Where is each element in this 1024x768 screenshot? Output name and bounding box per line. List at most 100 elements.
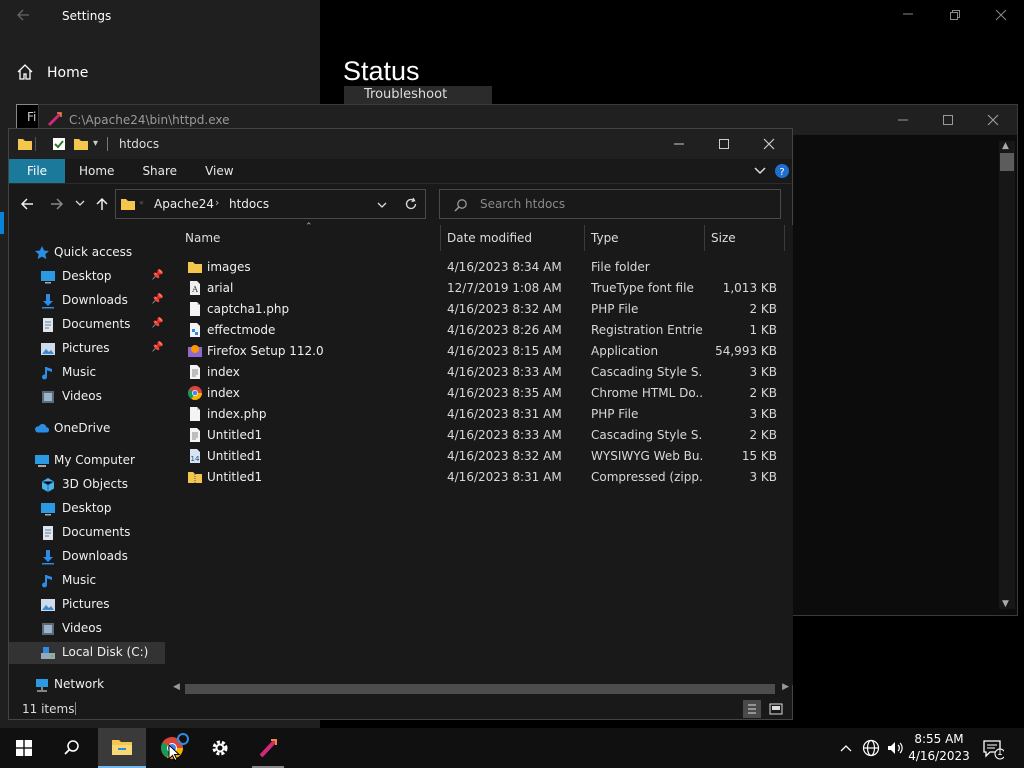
file-row[interactable]: Firefox Setup 112.0 4/16/2023 8:15 AM Appl… [177, 341, 783, 362]
nav-pc-documents[interactable]: Documents [9, 522, 165, 544]
console-minimize-icon[interactable] [897, 114, 909, 126]
breadcrumb-chevron-icon[interactable]: › [215, 196, 219, 209]
file-size: 2 KB [749, 428, 777, 442]
file-row[interactable]: 14 Untitled1 4/16/2023 8:32 AM WYSIWYG Web … [177, 446, 783, 467]
taskbar-clock[interactable]: 8:55 AM 4/16/2023 [904, 731, 974, 765]
show-hidden-icons-icon[interactable] [839, 741, 853, 755]
svg-text:A: A [191, 285, 198, 294]
scroll-down-icon[interactable]: ▼ [1002, 599, 1009, 609]
tab-home[interactable]: Home [65, 159, 128, 183]
console-close-icon[interactable] [987, 114, 999, 126]
svg-text:?: ? [779, 167, 784, 178]
console-maximize-icon[interactable] [942, 114, 954, 126]
minimize-icon[interactable] [902, 8, 914, 20]
taskbar-file-explorer[interactable] [98, 728, 146, 768]
taskbar-settings[interactable] [196, 728, 244, 768]
breadcrumb-htdocs[interactable]: htdocs [229, 197, 269, 211]
file-row[interactable]: captcha1.php 4/16/2023 8:32 AM PHP File 2 K… [177, 299, 783, 320]
horizontal-scrollbar[interactable]: ◀ ▶ [171, 681, 791, 697]
tab-file[interactable]: File [9, 159, 65, 183]
expand-ribbon-icon[interactable] [753, 163, 767, 177]
pin-icon[interactable]: 📌 [151, 318, 163, 329]
taskbar-chrome[interactable] [148, 728, 196, 768]
column-header-name[interactable]: Name [179, 225, 441, 251]
file-row[interactable]: effectmode 4/16/2023 8:26 AM Registration … [177, 320, 783, 341]
file-type: Registration Entries [591, 323, 703, 337]
restore-icon[interactable] [949, 9, 961, 21]
scroll-left-icon[interactable]: ◀ [173, 682, 180, 692]
help-icon[interactable]: ? [774, 163, 790, 179]
pin-icon[interactable]: 📌 [151, 294, 163, 305]
close-icon[interactable] [995, 9, 1007, 21]
console-scroll-thumb[interactable] [1000, 153, 1014, 171]
file-row[interactable]: index.php 4/16/2023 8:31 AM PHP File 3 KB [177, 404, 783, 425]
quick-access-dropdown-icon[interactable]: ▾ [93, 138, 98, 149]
file-row[interactable]: index 4/16/2023 8:35 AM Chrome HTML Do... 2… [177, 383, 783, 404]
nav-pictures[interactable]: Pictures 📌 [9, 338, 165, 360]
column-header-type[interactable]: Type [585, 225, 705, 251]
scroll-right-icon[interactable]: ▶ [782, 682, 789, 692]
large-icons-view-icon[interactable] [767, 700, 785, 718]
nav-3d-objects[interactable]: 3D Objects [9, 474, 165, 496]
pin-icon[interactable]: 📌 [151, 270, 163, 281]
console-scrollbar[interactable]: ▲ ▼ [999, 141, 1015, 609]
nav-desktop[interactable]: Desktop 📌 [9, 266, 165, 288]
recent-locations-icon[interactable] [75, 198, 85, 208]
nav-downloads[interactable]: Downloads 📌 [9, 290, 165, 312]
breadcrumb-overflow-icon[interactable]: « [139, 198, 144, 207]
horizontal-scroll-thumb[interactable] [185, 684, 775, 694]
nav-pc-downloads[interactable]: Downloads [9, 546, 165, 568]
nav-music[interactable]: Music [9, 362, 165, 384]
nav-pc-music[interactable]: Music [9, 570, 165, 592]
nav-quick-access[interactable]: Quick access [9, 242, 165, 264]
status-bar: 11 items [9, 699, 792, 719]
minimize-icon[interactable] [673, 138, 685, 150]
file-row[interactable]: images 4/16/2023 8:34 AM File folder [177, 257, 783, 278]
refresh-icon[interactable] [404, 197, 418, 211]
new-folder-icon[interactable] [73, 136, 89, 152]
nav-my-computer[interactable]: My Computer [9, 450, 165, 472]
nav-network[interactable]: Network [9, 674, 165, 696]
breadcrumb-apache24[interactable]: Apache24 [154, 197, 214, 211]
properties-icon[interactable] [51, 136, 67, 152]
file-size: 15 KB [741, 449, 777, 463]
back-arrow-icon[interactable] [16, 8, 30, 22]
file-row[interactable]: Untitled1 4/16/2023 8:31 AM Compressed (zi… [177, 467, 783, 488]
search-button[interactable] [48, 728, 96, 768]
pin-icon[interactable]: 📌 [151, 342, 163, 353]
address-bar[interactable]: « Apache24 › htdocs [115, 189, 426, 219]
nav-pc-videos[interactable]: Videos [9, 618, 165, 640]
nav-label: My Computer [54, 453, 135, 467]
scroll-up-icon[interactable]: ▲ [1002, 141, 1009, 151]
network-globe-icon[interactable] [862, 739, 880, 757]
column-header-size[interactable]: Size [705, 225, 785, 251]
close-icon[interactable] [763, 138, 775, 150]
tab-view[interactable]: View [191, 159, 247, 183]
taskbar-apache-console[interactable] [244, 728, 292, 768]
nav-local-disk[interactable]: Local Disk (C:) [9, 642, 165, 664]
home-nav-label[interactable]: Home [47, 65, 88, 81]
search-input[interactable]: Search htdocs [439, 189, 781, 219]
forward-arrow-icon[interactable] [50, 197, 64, 211]
css-file-icon [187, 427, 203, 443]
file-row[interactable]: Untitled1 4/16/2023 8:33 AM Cascading Styl… [177, 425, 783, 446]
nav-onedrive[interactable]: OneDrive [9, 418, 165, 440]
start-button[interactable] [0, 728, 48, 768]
file-row[interactable]: index 4/16/2023 8:33 AM Cascading Style S.… [177, 362, 783, 383]
details-view-icon[interactable] [743, 700, 761, 718]
nav-pc-pictures[interactable]: Pictures [9, 594, 165, 616]
address-history-icon[interactable] [376, 199, 388, 211]
maximize-icon[interactable] [718, 138, 730, 150]
nav-pc-desktop[interactable]: Desktop [9, 498, 165, 520]
nav-videos[interactable]: Videos [9, 386, 165, 408]
volume-icon[interactable] [886, 739, 904, 757]
up-arrow-icon[interactable] [95, 197, 109, 211]
nav-documents[interactable]: Documents 📌 [9, 314, 165, 336]
home-icon[interactable] [16, 63, 34, 81]
action-center-icon[interactable]: 1 [982, 738, 1004, 760]
back-arrow-icon[interactable] [20, 197, 34, 211]
troubleshoot-button[interactable]: Troubleshoot [344, 86, 492, 104]
file-row[interactable]: Aarial 12/7/2019 1:08 AM TrueType font fil… [177, 278, 783, 299]
column-header-date[interactable]: Date modified [441, 225, 585, 251]
tab-share[interactable]: Share [128, 159, 191, 183]
